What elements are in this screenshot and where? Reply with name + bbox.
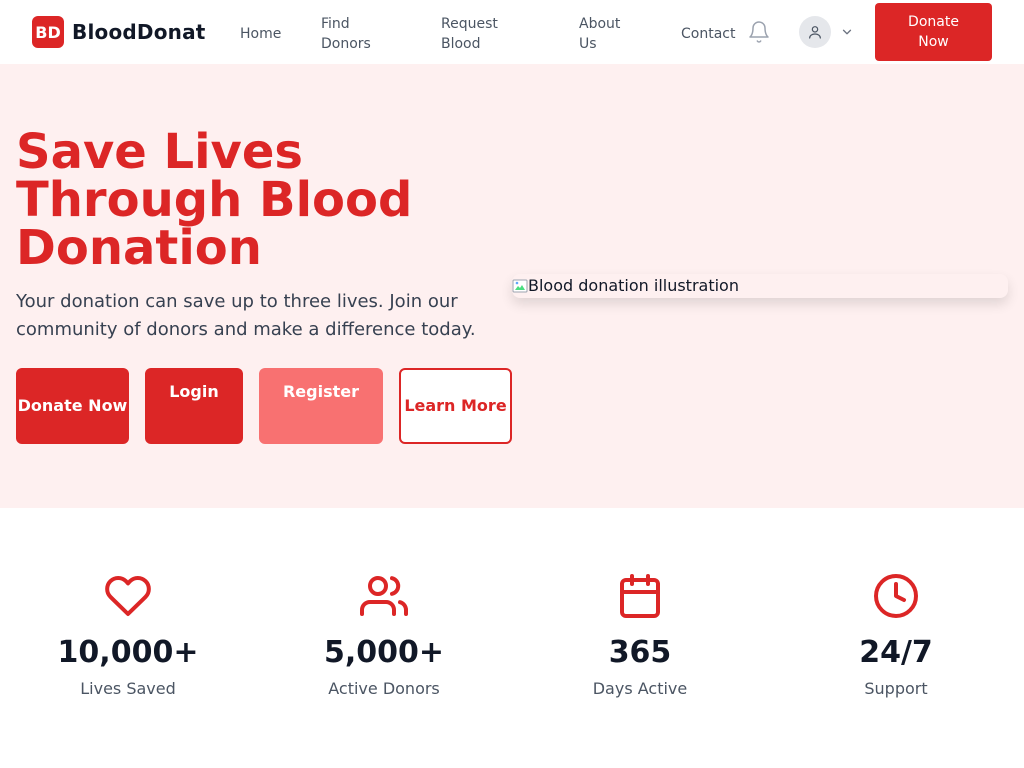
brand-name: BloodDonat (72, 20, 206, 44)
hero-title: Save Lives Through Blood Donation (16, 124, 413, 276)
stat-label: Days Active (592, 679, 688, 698)
clock-icon (874, 574, 918, 618)
hero-section: Save Lives Through Blood Donation Your d… (0, 64, 1024, 508)
logo-badge: BD (32, 16, 64, 48)
nav-contact[interactable]: Contact (681, 24, 735, 44)
donate-now-button[interactable]: Donate Now (16, 368, 129, 444)
user-icon (809, 26, 821, 39)
hero-image: Blood donation illustration (512, 274, 1008, 298)
stat-value: 10,000+ (57, 635, 199, 670)
nav-find-donors[interactable]: Find Donors (321, 14, 391, 54)
hero-image-alt-text: Blood donation illustration (528, 276, 739, 295)
bell-icon[interactable] (747, 20, 771, 44)
avatar[interactable] (799, 16, 831, 48)
heart-icon (105, 575, 151, 616)
stat-value: 365 (608, 635, 672, 670)
nav-about-us[interactable]: About Us (579, 14, 639, 54)
hero-subtitle: Your donation can save up to three lives… (16, 291, 476, 340)
stat-label: Active Donors (328, 679, 440, 698)
nav-home[interactable]: Home (240, 24, 281, 44)
brand-logo[interactable]: BD BloodDonat (32, 16, 206, 48)
stat-value: 5,000+ (323, 635, 445, 670)
register-button[interactable]: Register (259, 368, 383, 444)
stat-days-active: 365 Days Active (512, 572, 768, 701)
nav-donate-button[interactable]: Donate Now (875, 3, 992, 61)
login-button[interactable]: Login (145, 368, 243, 444)
calendar-icon (620, 574, 660, 618)
broken-image-icon (512, 279, 528, 293)
stat-active-donors: 5,000+ Active Donors (256, 572, 512, 701)
stat-label: Support (864, 679, 928, 698)
stat-label: Lives Saved (80, 679, 176, 698)
nav-request-blood[interactable]: Request Blood (441, 14, 521, 54)
chevron-down-icon[interactable] (840, 25, 854, 39)
navbar: BD BloodDonat Home Find Donors Request B… (0, 0, 1024, 64)
stat-support: 24/7 Support (768, 572, 1024, 701)
stat-value: 24/7 (859, 635, 933, 670)
users-icon (360, 576, 408, 616)
learn-more-button[interactable]: Learn More (399, 368, 512, 444)
stat-lives-saved: 10,000+ Lives Saved (0, 572, 256, 701)
